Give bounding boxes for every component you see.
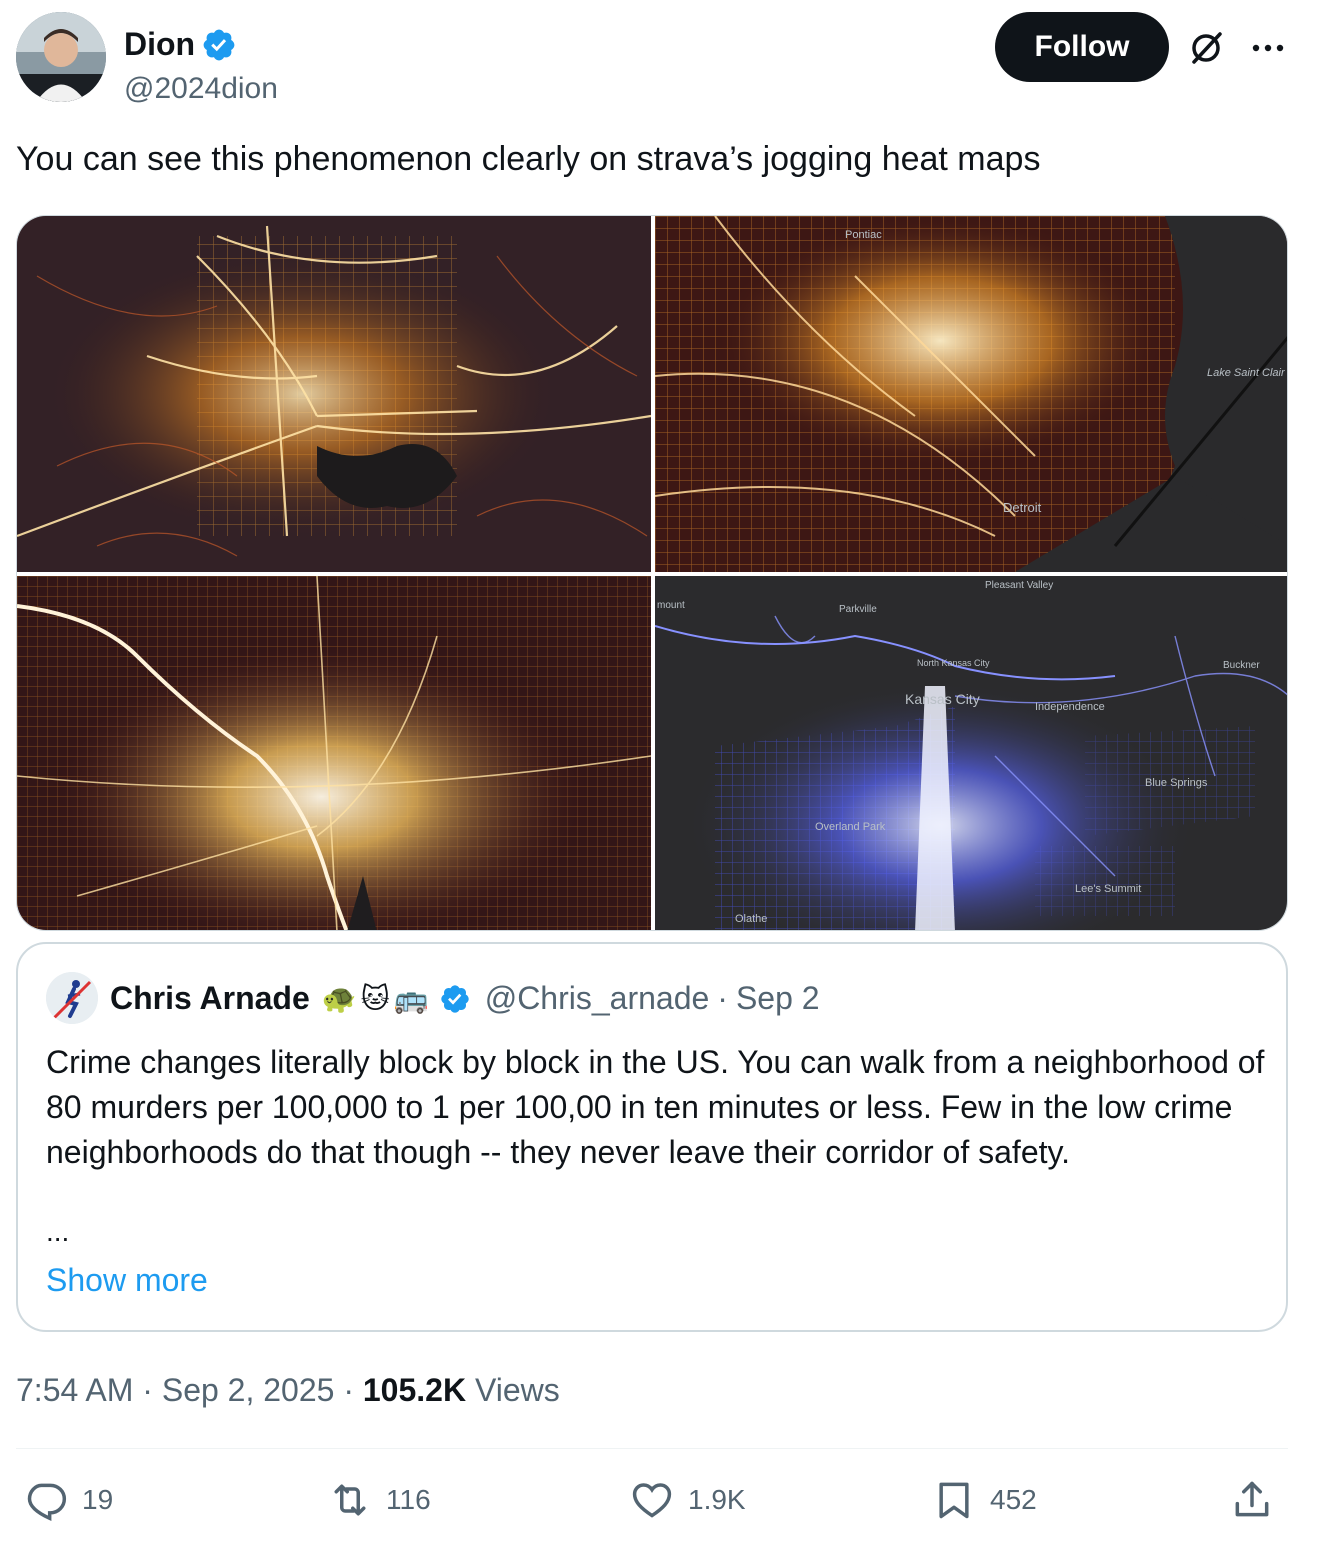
quoted-text: Crime changes literally block by block i… [46,1044,1265,1170]
author-avatar[interactable] [16,12,106,102]
quoted-header: Chris Arnade 🐢 🐱 🚌 @Chris_arnade · Sep 2 [110,980,820,1017]
quoted-verified-badge-icon [441,984,469,1013]
quoted-tweet[interactable]: Chris Arnade 🐢 🐱 🚌 @Chris_arnade · Sep 2… [16,942,1288,1332]
repost-count: 116 [386,1484,431,1515]
heatmap-image-2[interactable]: Pontiac Lake Saint Clair Detroit [655,216,1287,572]
turtle-emoji: 🐢 [321,983,357,1014]
author-handle[interactable]: @2024dion [124,72,278,106]
heatmap-image-1[interactable] [17,216,651,572]
map-label-pontiac: Pontiac [845,229,882,241]
repost-button[interactable]: 116 [328,1478,431,1522]
author-name[interactable]: Dion [124,26,195,63]
map-label-overland-park: Overland Park [815,821,886,833]
map-label-lees-summit: Lee's Summit [1075,883,1141,895]
share-icon [1235,1481,1269,1517]
separator-dot: · [142,1372,162,1408]
quoted-date: Sep 2 [735,980,820,1016]
map-label-blue-springs: Blue Springs [1145,777,1208,789]
bookmark-count: 452 [990,1484,1037,1515]
separator-dot: · [717,980,728,1016]
tweet-date[interactable]: Sep 2, 2025 [162,1372,335,1408]
cat-emoji: 🐱 [360,983,390,1014]
bus-emoji: 🚌 [393,983,429,1014]
map-label-detroit: Detroit [1003,500,1042,515]
quoted-ellipsis: ... [46,1216,70,1247]
quoted-author-avatar[interactable] [46,972,98,1024]
views-count: 105.2K [362,1372,467,1408]
like-count: 1.9K [688,1484,746,1515]
map-label-parkville: Parkville [839,604,877,615]
repost-icon [334,1484,366,1516]
map-label-lake-saint-clair: Lake Saint Clair [1207,367,1286,379]
map-label-north-kansas-city: North Kansas City [917,658,990,668]
share-button[interactable] [1230,1478,1274,1522]
like-button[interactable]: 1.9K [630,1478,746,1522]
reply-icon [27,1483,67,1522]
map-label-buckner: Buckner [1223,660,1260,671]
heatmap-image-4[interactable]: mount Pleasant Valley Parkville North Ka… [655,576,1287,930]
quoted-author-handle: @Chris_arnade [484,980,710,1016]
heart-icon [632,1483,672,1518]
quoted-author-name: Chris Arnade [110,980,310,1016]
map-label-pleasant-valley: Pleasant Valley [985,580,1053,591]
show-more-link[interactable]: Show more [46,1262,208,1299]
reply-count: 19 [82,1484,114,1515]
map-label-mount: mount [657,600,685,611]
tweet-time[interactable]: 7:54 AM [16,1372,133,1408]
tweet-header: Dion @2024dion Follow [16,12,1304,106]
map-label-independence: Independence [1035,701,1105,713]
action-bar: 19 116 1.9K 452 [16,1478,1288,1538]
tweet-text: You can see this phenomenon clearly on s… [16,140,1041,178]
media-grid: Pontiac Lake Saint Clair Detroit mount P… [16,215,1288,931]
map-label-kansas-city: Kansas City [905,691,980,707]
reply-button[interactable]: 19 [24,1478,113,1522]
tweet-meta: 7:54 AM · Sep 2, 2025 · 105.2K Views [16,1372,560,1409]
bookmark-icon [939,1482,969,1519]
follow-button[interactable]: Follow [995,12,1169,82]
verified-badge-icon [203,29,235,60]
bookmark-button[interactable]: 452 [932,1478,1037,1522]
map-label-olathe: Olathe [735,913,767,925]
author-name-row: Dion [124,26,237,63]
divider [16,1448,1288,1449]
heatmap-image-3[interactable] [17,576,651,930]
separator-dot: · [343,1372,363,1408]
more-options-icon[interactable] [1248,28,1288,68]
grok-icon[interactable] [1186,28,1226,68]
views-label: Views [474,1372,560,1408]
quoted-author-emojis: 🐢 🐱 🚌 [322,982,429,1015]
